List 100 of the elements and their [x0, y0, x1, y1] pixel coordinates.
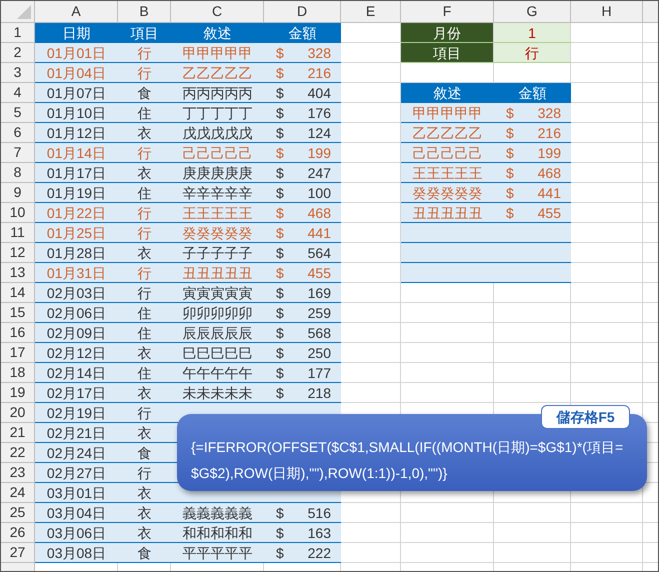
amount-text: 163 — [308, 524, 331, 542]
currency-symbol: $ — [276, 84, 284, 102]
table-cell — [341, 323, 401, 343]
column-header[interactable]: G — [494, 1, 571, 23]
description-text: 庚庚庚庚庚 — [182, 164, 252, 182]
table-cell — [341, 63, 401, 83]
table-cell — [341, 503, 401, 523]
row-header[interactable]: 5 — [1, 103, 35, 123]
amount-text: 455 — [308, 264, 331, 282]
row-header[interactable]: 26 — [1, 523, 35, 543]
row-header[interactable]: 17 — [1, 343, 35, 363]
criteria-input[interactable]: 1 — [494, 23, 571, 43]
table-cell — [571, 243, 643, 263]
category-text: 行 — [138, 204, 152, 222]
amount-text: 177 — [308, 364, 331, 382]
currency-symbol: $ — [276, 184, 284, 202]
row-header[interactable]: 10 — [1, 203, 35, 223]
date-text: 01月14日 — [46, 144, 106, 162]
amount-text: 564 — [308, 244, 331, 262]
currency-symbol: $ — [276, 264, 284, 282]
cell-reference-label: 儲存格F5 — [541, 405, 630, 429]
description-text: 卯卯卯卯卯 — [182, 304, 252, 322]
table-cell — [341, 123, 401, 143]
currency-symbol: $ — [276, 204, 284, 222]
category-text: 住 — [138, 104, 152, 122]
category-text: 衣 — [138, 344, 152, 362]
currency-symbol: $ — [276, 124, 284, 142]
currency-symbol: $ — [276, 244, 284, 262]
table-cell — [571, 323, 643, 343]
currency-symbol: $ — [276, 364, 284, 382]
description-text: 子子子子子 — [182, 244, 252, 262]
row-header[interactable]: 3 — [1, 63, 35, 83]
row-header[interactable]: 25 — [1, 503, 35, 523]
formula-text: {=IFERROR(OFFSET($C$1,SMALL(IF((MONTH(日期)=$G$1)*(項目=$G$2),ROW(日期),""),ROW(1:1))-1,0),"")} — [191, 438, 624, 483]
description-text: 甲甲甲甲甲 — [182, 44, 252, 62]
column-header[interactable]: E — [341, 1, 401, 23]
row-header[interactable]: 20 — [1, 403, 35, 423]
amount-text: 199 — [308, 144, 331, 162]
category-text: 衣 — [138, 424, 152, 442]
currency-symbol: $ — [276, 304, 284, 322]
date-text: 02月17日 — [46, 384, 106, 402]
description-text: 巳巳巳巳巳 — [182, 344, 252, 362]
category-text: 食 — [138, 84, 152, 102]
row-header[interactable]: 24 — [1, 483, 35, 503]
row-header[interactable]: 6 — [1, 123, 35, 143]
amount-text: 441 — [308, 224, 331, 242]
description-text: 丁丁丁丁丁 — [182, 104, 252, 122]
row-header[interactable]: 12 — [1, 243, 35, 263]
column-header[interactable]: F — [401, 1, 494, 23]
amount-text: 218 — [308, 384, 331, 402]
row-header[interactable]: 11 — [1, 223, 35, 243]
criteria-input[interactable]: 行 — [494, 43, 571, 63]
column-header[interactable]: D — [264, 1, 341, 23]
table-cell — [571, 223, 643, 243]
date-text: 02月21日 — [46, 424, 106, 442]
table-cell — [571, 363, 643, 383]
currency-symbol: $ — [506, 104, 514, 122]
row-header[interactable]: 13 — [1, 263, 35, 283]
row-header[interactable]: 7 — [1, 143, 35, 163]
row-header[interactable]: 16 — [1, 323, 35, 343]
row-header[interactable]: 4 — [1, 83, 35, 103]
category-text: 衣 — [138, 384, 152, 402]
column-header[interactable]: C — [171, 1, 264, 23]
row-header[interactable]: 19 — [1, 383, 35, 403]
column-header[interactable]: A — [35, 1, 118, 23]
header-cell: 金額 — [264, 23, 341, 43]
table-cell — [571, 203, 643, 223]
table-cell — [571, 103, 643, 123]
row-header[interactable]: 8 — [1, 163, 35, 183]
row-header[interactable]: 14 — [1, 283, 35, 303]
category-text: 衣 — [138, 484, 152, 502]
row-header[interactable]: 2 — [1, 43, 35, 63]
description-text: 辰辰辰辰辰 — [182, 324, 252, 342]
row-header[interactable]: 18 — [1, 363, 35, 383]
amount-text: 468 — [538, 164, 561, 182]
date-text: 02月24日 — [46, 444, 106, 462]
column-header[interactable]: B — [118, 1, 171, 23]
description-text: 己己己己己 — [412, 144, 482, 162]
row-header[interactable]: 15 — [1, 303, 35, 323]
row-header[interactable]: 27 — [1, 543, 35, 563]
category-text: 行 — [138, 404, 152, 422]
header-cell: 項目 — [118, 23, 171, 43]
description-text: 戊戊戊戊戊 — [182, 124, 252, 142]
currency-symbol: $ — [506, 164, 514, 182]
category-text: 行 — [138, 144, 152, 162]
amount-text: 247 — [308, 164, 331, 182]
column-header[interactable]: H — [571, 1, 643, 23]
row-header[interactable]: 22 — [1, 443, 35, 463]
date-text: 01月17日 — [46, 164, 106, 182]
table-cell — [341, 243, 401, 263]
row-header[interactable]: 9 — [1, 183, 35, 203]
category-text: 住 — [138, 184, 152, 202]
currency-symbol: $ — [276, 164, 284, 182]
row-header[interactable]: 23 — [1, 463, 35, 483]
row-header[interactable]: 1 — [1, 23, 35, 43]
description-text: 和和和和和 — [182, 524, 252, 542]
amount-text: 441 — [538, 184, 561, 202]
row-header[interactable]: 21 — [1, 423, 35, 443]
currency-symbol: $ — [276, 524, 284, 542]
header-cell: 敘述 — [401, 83, 494, 103]
